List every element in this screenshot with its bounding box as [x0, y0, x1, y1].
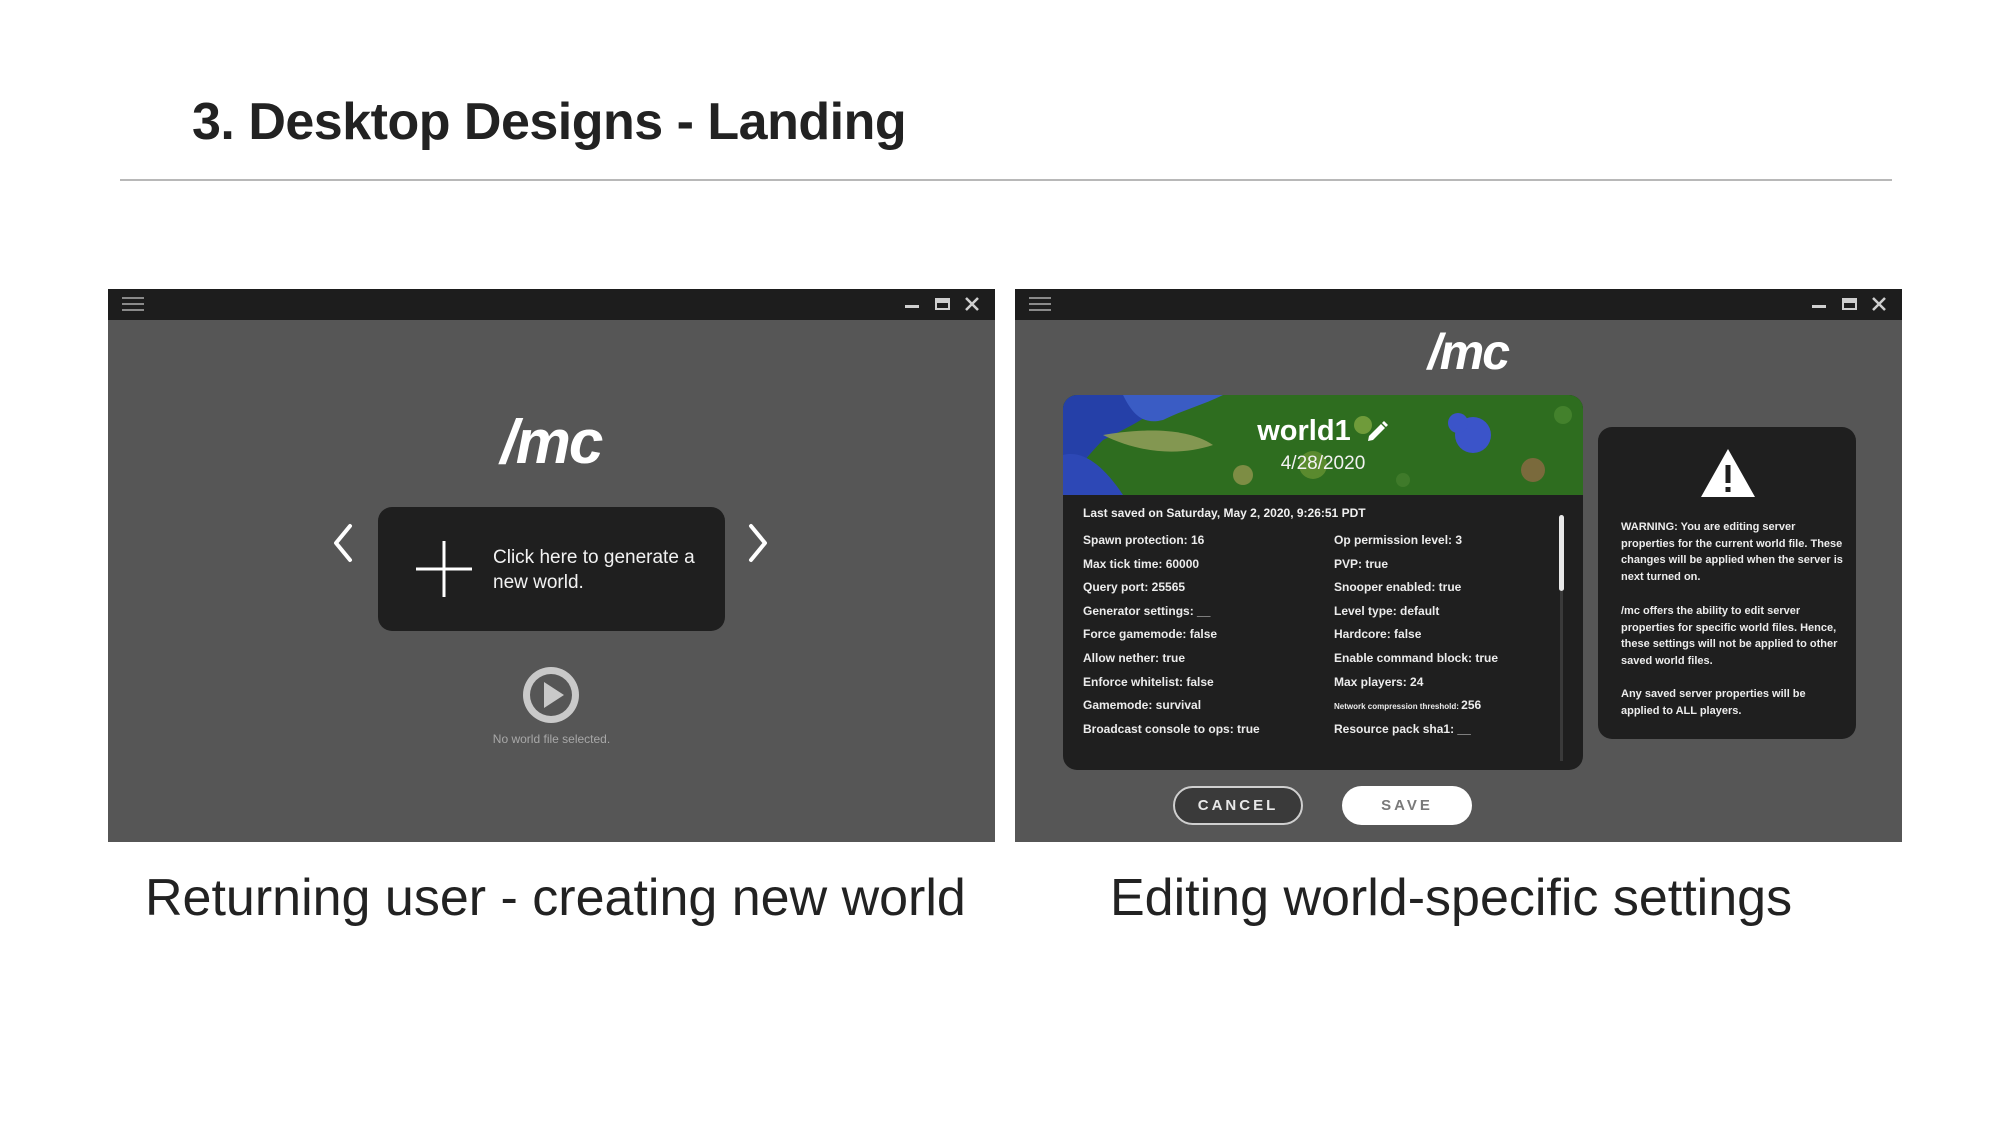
caption-left: Returning user - creating new world — [145, 869, 966, 927]
pencil-icon[interactable] — [1365, 420, 1389, 444]
warning-paragraph-3: Any saved server properties will be appl… — [1621, 688, 1806, 717]
property-resource-pack-sha1: Resource pack sha1: __ — [1334, 721, 1471, 736]
properties-right-column: Op permission level: 3 PVP: true Snooper… — [1334, 533, 1498, 745]
maximize-icon[interactable] — [933, 293, 951, 315]
no-world-status: No world file selected. — [492, 732, 611, 746]
world-title[interactable]: world1 — [1063, 415, 1583, 448]
maximize-icon[interactable] — [1840, 293, 1858, 315]
property-pvp: PVP: true — [1334, 556, 1389, 571]
property-enable-command-block: Enable command block: true — [1334, 650, 1499, 665]
title-divider — [120, 179, 1892, 181]
warning-paragraph-1: WARNING: You are editing server properti… — [1621, 521, 1843, 583]
hamburger-menu-icon[interactable] — [1029, 297, 1051, 313]
caption-right: Editing world-specific settings — [1110, 869, 1793, 927]
world-settings-card: world1 4/28/2020 Last saved on Saturday,… — [1063, 395, 1583, 770]
property-snooper-enabled: Snooper enabled: true — [1334, 580, 1462, 595]
titlebar — [108, 289, 995, 320]
warning-paragraph-2: /mc offers the ability to edit server pr… — [1621, 605, 1838, 667]
hamburger-menu-icon[interactable] — [122, 297, 144, 313]
world-name: world1 — [1257, 415, 1351, 447]
scrollbar-track[interactable] — [1560, 591, 1563, 761]
property-network-compression-value: 256 — [1461, 698, 1482, 713]
property-hardcore: Hardcore: false — [1334, 627, 1422, 642]
app-window-new-world: /mc Click here to generate a new world. … — [108, 289, 995, 842]
minimize-icon[interactable] — [1810, 293, 1828, 315]
cancel-button[interactable]: CANCEL — [1173, 786, 1303, 825]
generate-world-text: Click here to generate a new world. — [493, 547, 695, 593]
app-window-settings: /mc world1 4/28/2020 Last saved on Satur… — [1015, 289, 1902, 842]
property-enforce-whitelist: Enforce whitelist: false — [1083, 674, 1214, 689]
close-icon[interactable] — [1870, 293, 1888, 315]
close-icon[interactable] — [963, 293, 981, 315]
property-force-gamemode: Force gamemode: false — [1083, 627, 1218, 642]
property-spawn-protection: Spawn protection: 16 — [1083, 533, 1205, 547]
property-max-tick-time: Max tick time: 60000 — [1083, 556, 1200, 571]
app-logo: /mc — [1427, 324, 1510, 380]
slide-title: 3. Desktop Designs - Landing — [192, 93, 907, 151]
minimize-icon[interactable] — [903, 293, 921, 315]
property-level-type: Level type: default — [1334, 603, 1440, 618]
property-max-players: Max players: 24 — [1334, 674, 1424, 689]
property-broadcast-console: Broadcast console to ops: true — [1083, 721, 1260, 736]
properties-left-column: Spawn protection: 16 Max tick time: 6000… — [1083, 533, 1260, 745]
property-network-compression: Network compression threshold: 256 — [1334, 698, 1498, 722]
property-query-port: Query port: 25565 — [1083, 580, 1186, 595]
play-icon[interactable] — [522, 666, 580, 724]
world-date: 4/28/2020 — [1280, 453, 1366, 474]
chevron-left-icon[interactable] — [330, 522, 356, 564]
property-allow-nether: Allow nether: true — [1083, 650, 1186, 665]
scrollbar-thumb[interactable] — [1559, 515, 1564, 591]
generate-world-card[interactable]: Click here to generate a new world. — [378, 507, 725, 631]
app-logo: /mc — [500, 408, 604, 477]
plus-icon — [416, 541, 472, 597]
titlebar — [1015, 289, 1902, 320]
last-saved-text: Last saved on Saturday, May 2, 2020, 9:2… — [1083, 506, 1366, 520]
warning-panel: WARNING: You are editing server properti… — [1598, 427, 1856, 739]
property-generator-settings: Generator settings: __ — [1083, 603, 1211, 618]
warning-icon — [1701, 449, 1755, 497]
chevron-right-icon[interactable] — [745, 522, 771, 564]
property-network-compression-label: Network compression threshold: — [1334, 702, 1459, 712]
property-op-permission-level: Op permission level: 3 — [1334, 533, 1463, 547]
property-gamemode: Gamemode: survival — [1083, 698, 1202, 713]
save-button[interactable]: SAVE — [1342, 786, 1472, 825]
